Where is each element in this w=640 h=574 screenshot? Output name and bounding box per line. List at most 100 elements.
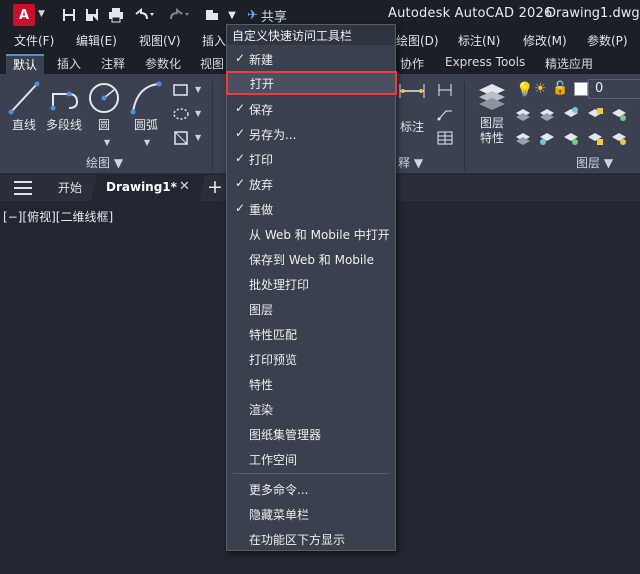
- menu-item-undo[interactable]: ✓ 放弃: [227, 172, 395, 196]
- layer-dropdown[interactable]: [588, 79, 640, 99]
- layer-properties-label-1: 图层: [479, 116, 504, 130]
- menu-edit[interactable]: 编辑(E): [76, 32, 117, 49]
- logo-letter: A: [18, 7, 30, 23]
- menu-item-redo[interactable]: ✓ 重做: [227, 197, 395, 221]
- check-icon: ✓: [235, 151, 246, 165]
- ribbon-tab-annotate[interactable]: 注释: [94, 54, 132, 74]
- layer-previous-icon[interactable]: [514, 130, 532, 146]
- menu-item-label: 打开: [250, 77, 275, 91]
- ribbon-tab-insert[interactable]: 插入: [50, 54, 88, 74]
- menu-file[interactable]: 文件(F): [14, 32, 54, 49]
- unlock-icon[interactable]: 🔓: [552, 81, 568, 96]
- menu-item-match-properties[interactable]: 特性匹配: [227, 322, 395, 346]
- sun-icon[interactable]: ☀: [534, 81, 547, 97]
- ribbon-tab-parametric[interactable]: 参数化: [138, 54, 188, 74]
- layer-group-label[interactable]: 图层 ▼: [576, 154, 613, 171]
- layer-properties-button[interactable]: 图层 特性: [472, 80, 512, 146]
- qa-new-icon[interactable]: [60, 5, 78, 25]
- menu-view[interactable]: 视图(V): [139, 32, 181, 49]
- menu-modify[interactable]: 修改(M): [523, 32, 567, 49]
- circle-tool-button[interactable]: 圆: [86, 80, 122, 133]
- annotation-group-label[interactable]: 释 ▼: [398, 154, 423, 171]
- menu-item-open[interactable]: 打开: [226, 71, 397, 95]
- menu-item-render[interactable]: 渲染: [227, 397, 395, 421]
- boundary-dropdown-icon[interactable]: ▼: [195, 133, 201, 142]
- qa-share-file-icon[interactable]: [203, 5, 223, 25]
- qa-save-icon[interactable]: [83, 5, 101, 25]
- app-menu-caret-icon[interactable]: ▼: [38, 9, 45, 19]
- linear-dimension-icon[interactable]: [436, 82, 454, 98]
- hamburger-menu-icon[interactable]: [14, 181, 32, 195]
- layer-isolate-icon[interactable]: [538, 106, 556, 122]
- menu-item-hide-menu-bar[interactable]: 隐藏菜单栏: [227, 502, 395, 526]
- menu-item-save[interactable]: ✓ 保存: [227, 97, 395, 121]
- hatch-icon[interactable]: [172, 106, 190, 122]
- menu-parametric[interactable]: 参数(P): [587, 32, 628, 49]
- layer-lock-icon[interactable]: [586, 106, 604, 122]
- close-tab-icon[interactable]: ✕: [179, 179, 190, 194]
- circle-tool-label: 圆: [97, 118, 110, 132]
- drawing1-tab[interactable]: Drawing1*: [106, 180, 177, 194]
- menu-item-open-from-web[interactable]: 从 Web 和 Mobile 中打开: [227, 222, 395, 246]
- menu-item-properties[interactable]: 特性: [227, 372, 395, 396]
- rectangle-icon[interactable]: [172, 82, 190, 98]
- hatch-dropdown-icon[interactable]: ▼: [195, 109, 201, 118]
- share-button[interactable]: ✈ 共享: [247, 6, 287, 25]
- ribbon-tab-default[interactable]: 默认: [6, 54, 45, 74]
- check-icon: ✓: [235, 126, 246, 140]
- ribbon-separator: [464, 82, 465, 170]
- qa-print-icon[interactable]: [107, 5, 125, 25]
- autocad-logo-button[interactable]: A: [13, 4, 35, 26]
- ribbon-tab-collaborate[interactable]: 协作: [393, 54, 431, 74]
- layer-properties-label-2: 特性: [479, 131, 504, 145]
- qa-redo-icon[interactable]: [168, 5, 192, 25]
- circle-dropdown-icon[interactable]: ▼: [104, 138, 110, 147]
- qa-undo-icon[interactable]: [132, 5, 156, 25]
- menu-item-show-below-ribbon[interactable]: 在功能区下方显示: [227, 527, 395, 551]
- menu-draw[interactable]: 绘图(D): [396, 32, 439, 49]
- menu-insert[interactable]: 插入: [202, 32, 226, 49]
- layer-group-text: 图层: [576, 156, 601, 170]
- leader-icon[interactable]: [436, 106, 454, 122]
- arc-dropdown-icon[interactable]: ▼: [144, 138, 150, 147]
- layer-match-icon[interactable]: [610, 106, 628, 122]
- dimension-icon[interactable]: [398, 82, 426, 100]
- new-tab-plus-icon[interactable]: +: [207, 176, 223, 198]
- arc-tool-button[interactable]: 圆弧: [128, 80, 164, 133]
- menu-item-workspace[interactable]: 工作空间: [227, 447, 395, 471]
- viewport-controls-label[interactable]: [−][俯视][二维线框]: [3, 208, 113, 225]
- menu-item-batch-plot[interactable]: 批处理打印: [227, 272, 395, 296]
- polyline-tool-button[interactable]: 多段线: [42, 80, 86, 133]
- table-icon[interactable]: [436, 130, 454, 146]
- menu-item-more-commands[interactable]: 更多命令...: [227, 477, 395, 501]
- boundary-icon[interactable]: [172, 130, 190, 146]
- menu-item-plot[interactable]: ✓ 打印: [227, 147, 395, 171]
- qa-customize-dropdown-icon[interactable]: ▼: [226, 5, 238, 25]
- layer-delete-icon[interactable]: [610, 130, 628, 146]
- dimension-tool-label[interactable]: 标注: [400, 118, 424, 135]
- start-tab[interactable]: 开始: [58, 179, 82, 196]
- paper-plane-icon: ✈: [247, 8, 258, 23]
- menu-item-layer[interactable]: 图层: [227, 297, 395, 321]
- layer-off-icon[interactable]: [514, 106, 532, 122]
- draw-group-label[interactable]: 绘图 ▼: [86, 154, 123, 171]
- menu-item-save-to-web[interactable]: 保存到 Web 和 Mobile: [227, 247, 395, 271]
- menu-item-label: 批处理打印: [249, 278, 310, 292]
- menu-item-sheet-set-manager[interactable]: 图纸集管理器: [227, 422, 395, 446]
- layer-color-swatch[interactable]: [574, 82, 588, 96]
- line-tool-button[interactable]: 直线: [6, 80, 42, 133]
- rectangle-dropdown-icon[interactable]: ▼: [195, 85, 201, 94]
- layer-walk-icon[interactable]: [538, 130, 556, 146]
- layer-unlock-icon[interactable]: [586, 130, 604, 146]
- menu-item-plot-preview[interactable]: 打印预览: [227, 347, 395, 371]
- layer-merge-icon[interactable]: [562, 130, 580, 146]
- layer-freeze-icon[interactable]: [562, 106, 580, 122]
- menu-item-label: 渲染: [249, 403, 274, 417]
- menu-item-save-as[interactable]: ✓ 另存为...: [227, 122, 395, 146]
- ribbon-tab-featured-apps[interactable]: 精选应用: [538, 54, 600, 74]
- menu-item-label: 另存为...: [249, 128, 297, 142]
- lightbulb-icon[interactable]: 💡: [516, 82, 533, 98]
- ribbon-tab-express-tools[interactable]: Express Tools: [438, 54, 532, 74]
- menu-dimension[interactable]: 标注(N): [458, 32, 500, 49]
- menu-item-new[interactable]: ✓ 新建: [227, 47, 395, 71]
